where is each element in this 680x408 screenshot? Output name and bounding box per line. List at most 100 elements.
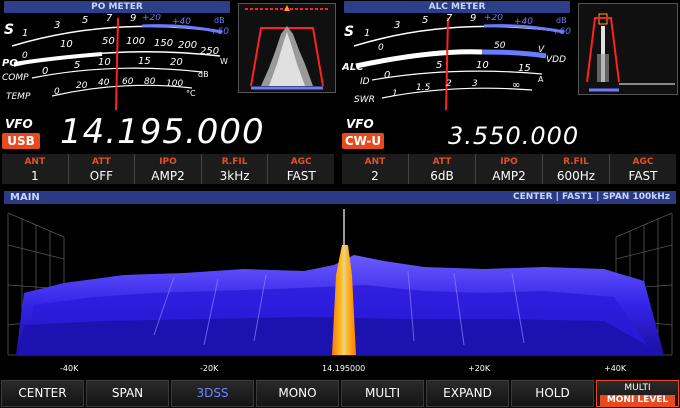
multi-key-label: MULTI <box>624 383 651 393</box>
s-tick: 9 <box>470 14 476 24</box>
sub-frequency-display[interactable]: 3.550.000 <box>448 121 579 151</box>
param-value: FAST <box>286 169 316 183</box>
sub-param-att[interactable]: ATT 6dB <box>409 154 476 184</box>
po-tick: 200 <box>178 40 197 51</box>
temp-unit: °C <box>186 89 196 98</box>
s-tick: 1 <box>22 28 28 39</box>
swr-tick: 3 <box>472 79 478 89</box>
id-tick: 5 <box>436 60 442 71</box>
swr-tick: 1.5 <box>416 83 431 93</box>
main-params-bar: ANT 1 ATT OFF IPO AMP2 R.FIL 3kHz AGC FAST <box>2 154 334 184</box>
temp-tick: 80 <box>144 77 156 87</box>
param-value: 600Hz <box>556 169 596 183</box>
main-param-ant[interactable]: ANT 1 <box>2 154 69 184</box>
vfo-main-label: VFO <box>5 117 33 131</box>
temp-tick: 40 <box>98 78 110 88</box>
main-param-att[interactable]: ATT OFF <box>68 154 136 184</box>
param-label: ATT <box>432 157 452 167</box>
s-tick: +40 <box>514 17 533 27</box>
axis-label: -40K <box>60 364 79 373</box>
axis-label: 14.195000 <box>322 364 365 373</box>
hold-softkey[interactable]: HOLD <box>511 380 594 407</box>
id-tick: 10 <box>476 60 489 71</box>
sub-param-rfil[interactable]: R.FIL 600Hz <box>543 154 610 184</box>
softkey-bar: CENTER SPAN 3DSS MONO MULTI EXPAND HOLD … <box>0 379 680 408</box>
param-label: ATT <box>92 157 111 167</box>
alc-meter: S 1 3 5 7 9 +20 +40 +60 dB ALC 0 50 V VD… <box>342 14 571 110</box>
swr-tick: 2 <box>446 79 452 89</box>
main-frequency-display[interactable]: 14.195.000 <box>60 112 265 152</box>
multi-moni-level-softkey[interactable]: MULTI MONI LEVEL <box>596 380 679 407</box>
tx-monitor-scope <box>238 3 336 93</box>
swr-tick: ∞ <box>512 80 520 91</box>
param-value: AMP2 <box>151 169 185 183</box>
main-param-agc[interactable]: AGC FAST <box>268 154 334 184</box>
param-value: FAST <box>628 169 658 183</box>
center-softkey[interactable]: CENTER <box>1 380 84 407</box>
tx-spectrum-graphic <box>245 5 329 90</box>
multi-key-sublabel: MONI LEVEL <box>600 395 675 406</box>
vfo-sub-label: VFO <box>346 117 374 131</box>
param-label: IPO <box>159 157 177 167</box>
param-label: R.FIL <box>221 157 248 167</box>
main-mode-badge[interactable]: USB <box>2 133 40 149</box>
param-label: ANT <box>364 157 386 167</box>
param-value: 6dB <box>430 169 454 183</box>
sub-param-agc[interactable]: AGC FAST <box>610 154 676 184</box>
main-param-ipo[interactable]: IPO AMP2 <box>135 154 202 184</box>
sub-param-ant[interactable]: ANT 2 <box>342 154 409 184</box>
swr-scale-label: SWR <box>354 95 375 105</box>
main-scope-info: CENTER | FAST1 | SPAN 100kHz <box>513 192 670 202</box>
axis-label: +20K <box>468 364 491 373</box>
sub-params-bar: ANT 2 ATT 6dB IPO AMP2 R.FIL 600Hz AGC FAST <box>342 154 676 184</box>
main-scope-title: MAIN <box>10 192 40 203</box>
multi-softkey[interactable]: MULTI <box>341 380 424 407</box>
po-tick: 0 <box>22 51 28 61</box>
po-scale-label: PO <box>2 58 18 69</box>
3dss-spectrum-display[interactable]: -40K -20K 14.195000 +20K +40K <box>4 205 676 377</box>
s-tick: 7 <box>106 14 113 24</box>
id-scale-label: ID <box>360 77 370 87</box>
axis-label: +40K <box>604 364 627 373</box>
mono-softkey[interactable]: MONO <box>256 380 339 407</box>
po-tick: 100 <box>126 36 145 47</box>
po-tick: 250 <box>200 46 219 57</box>
expand-softkey[interactable]: EXPAND <box>426 380 509 407</box>
axis-label: -20K <box>200 364 219 373</box>
main-scope-header: MAIN CENTER | FAST1 | SPAN 100kHz <box>4 191 676 204</box>
s-tick: +60 <box>210 27 229 37</box>
param-label: IPO <box>500 157 518 167</box>
s-scale-label: S <box>344 24 354 40</box>
vdd-scale-label: VDD <box>546 55 566 65</box>
param-label: R.FIL <box>563 157 589 167</box>
s-tick: +40 <box>172 17 191 27</box>
s-unit: dB <box>214 16 225 25</box>
main-param-rfil[interactable]: R.FIL 3kHz <box>201 154 269 184</box>
alc-tick: 50 <box>494 41 506 51</box>
s-unit: dB <box>556 16 567 25</box>
id-unit: A <box>538 75 544 84</box>
comp-scale-label: COMP <box>2 73 29 83</box>
param-value: AMP2 <box>492 169 526 183</box>
id-tick: 0 <box>384 70 390 81</box>
temp-tick: 20 <box>76 81 88 91</box>
cw-spectrum-graphic <box>586 13 675 92</box>
alc-meter-title: ALC METER <box>344 1 570 13</box>
sub-param-ipo[interactable]: IPO AMP2 <box>476 154 543 184</box>
sub-mode-badge[interactable]: CW-U <box>342 133 384 149</box>
s-tick: 1 <box>364 28 370 39</box>
3dss-softkey[interactable]: 3DSS <box>171 380 254 407</box>
po-tick: 150 <box>154 38 173 49</box>
s-tick: 7 <box>446 14 453 24</box>
comp-tick: 5 <box>74 60 80 71</box>
param-value: OFF <box>89 169 114 183</box>
po-tick: 10 <box>60 39 73 50</box>
param-value: 1 <box>30 169 39 183</box>
param-value: 2 <box>371 169 379 183</box>
s-scale-label: S <box>4 22 14 38</box>
id-tick: 15 <box>518 63 531 74</box>
param-label: ANT <box>24 157 46 167</box>
alc-tick: 0 <box>378 43 384 53</box>
po-meter-title: PO METER <box>4 1 230 13</box>
span-softkey[interactable]: SPAN <box>86 380 169 407</box>
